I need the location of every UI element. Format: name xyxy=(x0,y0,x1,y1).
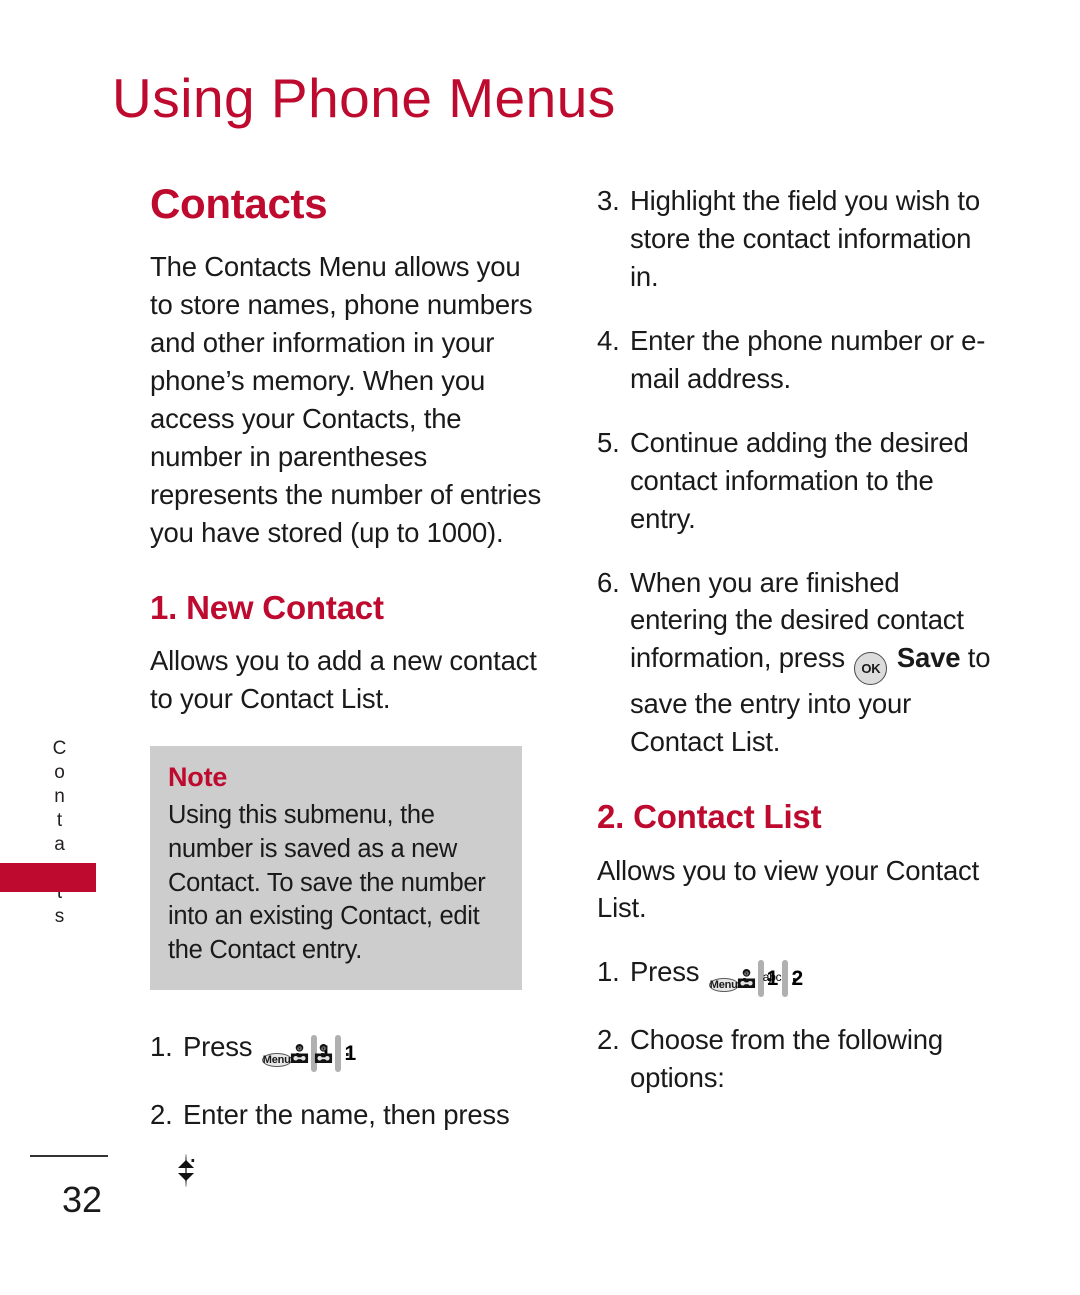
left-step-2: 2. Enter the name, then press . xyxy=(150,1096,546,1190)
subsection-heading-new-contact: 1. New Contact xyxy=(150,588,384,626)
step-body: When you are finished entering the desir… xyxy=(630,564,997,762)
step-body: Enter the name, then press . xyxy=(178,1096,546,1190)
step-text: Press xyxy=(630,956,700,988)
side-tab-label: Contacts xyxy=(49,738,70,930)
voicemail-icon: @ xyxy=(315,1044,333,1064)
right-list-step-1: 1. Press Menu , 1 @ , xyxy=(597,953,997,1003)
side-tab-marker xyxy=(0,863,96,892)
right-step-5: 5. Continue adding the desired contact i… xyxy=(597,424,997,538)
one-key-digit-2: 1 xyxy=(344,1042,356,1066)
page-number: 32 xyxy=(62,1179,103,1220)
ok-key-icon[interactable]: OK xyxy=(854,652,888,686)
page-title: Using Phone Menus xyxy=(112,67,616,129)
step-number: 1. xyxy=(150,1031,173,1063)
step-number: 5. xyxy=(597,426,620,458)
menu-key-label: Menu xyxy=(261,1053,292,1068)
voicemail-icon: @ xyxy=(290,1044,308,1064)
chevron-up-icon xyxy=(178,1160,194,1169)
contact-list-description: Allows you to view your Contact List. xyxy=(597,854,980,924)
menu-key-icon[interactable]: Menu xyxy=(708,960,739,1003)
contacts-intro-paragraph: The Contacts Menu allows you to store na… xyxy=(150,251,542,548)
step-number: 2. xyxy=(597,1024,620,1056)
step-text: Press xyxy=(183,1031,253,1063)
navigation-key-icon[interactable] xyxy=(178,1141,194,1190)
subsection-heading-contact-list: 2. Contact List xyxy=(597,798,822,836)
note-title: Note xyxy=(168,761,228,792)
step-body: Press Menu , 1 @ , xyxy=(183,1028,546,1078)
footer-divider xyxy=(30,1155,108,1157)
step-text: Continue adding the desired contact info… xyxy=(630,426,969,534)
one-key-icon-2[interactable]: 1 @ xyxy=(315,1035,356,1073)
right-step-3: 3. Highlight the field you wish to store… xyxy=(597,182,997,296)
right-step-4: 4. Enter the phone number or e-mail addr… xyxy=(597,322,997,398)
step-number: 4. xyxy=(597,324,620,356)
left-column: Contacts The Contacts Menu allows you to… xyxy=(150,180,546,1190)
step-text: Choose from the following options: xyxy=(630,1024,943,1094)
step-number: 6. xyxy=(597,566,620,598)
navigation-key-face xyxy=(178,1154,194,1188)
note-text: Using this submenu, the number is saved … xyxy=(168,800,486,965)
section-heading-contacts: Contacts xyxy=(150,180,328,227)
step-number: 1. xyxy=(597,956,620,988)
svg-text:@: @ xyxy=(322,1046,327,1052)
left-step-1: 1. Press Menu , 1 @ , xyxy=(150,1028,546,1078)
right-step-6: 6. When you are finished entering the de… xyxy=(597,564,997,762)
two-key-digit: 2 xyxy=(791,967,803,991)
menu-key-label: Menu xyxy=(708,978,739,993)
menu-key-icon[interactable]: Menu xyxy=(261,1035,292,1078)
two-key-letters: abc xyxy=(762,970,782,985)
right-column: 3. Highlight the field you wish to store… xyxy=(597,182,997,1097)
save-softkey-label: Save xyxy=(896,642,961,674)
step-text: Enter the phone number or e-mail address… xyxy=(630,324,986,394)
svg-text:@: @ xyxy=(744,972,749,978)
note-box: Note Using this submenu, the number is s… xyxy=(150,745,522,991)
step-number: 3. xyxy=(597,185,620,216)
chevron-down-icon xyxy=(178,1173,194,1182)
two-key-face: 2 abc xyxy=(763,960,803,998)
one-key-face-2: 1 @ xyxy=(315,1035,356,1073)
two-key-icon[interactable]: 2 abc xyxy=(763,960,803,998)
step-text: Enter the name, then press xyxy=(183,1099,510,1131)
svg-text:@: @ xyxy=(297,1046,302,1052)
step-text: Highlight the field you wish to store th… xyxy=(630,185,980,292)
voicemail-icon: @ xyxy=(737,969,755,989)
right-list-step-2: 2. Choose from the following options: xyxy=(597,1021,997,1097)
new-contact-description: Allows you to add a new contact to your … xyxy=(150,644,537,714)
step-body: Press Menu , 1 @ , xyxy=(630,953,997,1003)
